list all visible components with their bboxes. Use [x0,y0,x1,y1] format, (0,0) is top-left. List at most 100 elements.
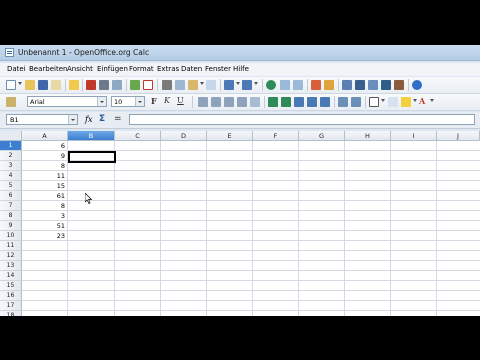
export-pdf-icon[interactable] [86,80,96,90]
borders-icon[interactable] [369,97,379,107]
select-all-corner[interactable] [0,131,22,141]
sum-icon[interactable]: Σ [99,114,105,124]
borders-dropdown-icon[interactable] [381,99,385,102]
column-header-d[interactable]: D [161,131,207,141]
menu-daten[interactable]: Daten [181,65,202,73]
standard-format-icon[interactable] [294,97,304,107]
cell-a5[interactable]: 15 [22,181,67,191]
edit-file-icon[interactable] [69,80,79,90]
menu-datei[interactable]: Datei [7,65,26,73]
gallery-icon[interactable] [368,80,378,90]
cell-a8[interactable]: 3 [22,211,67,221]
line-style-icon[interactable] [388,97,398,107]
menu-bearbeiten[interactable]: Bearbeiten [29,65,67,73]
name-box[interactable]: B1 [6,114,78,125]
row-header-2[interactable]: 2 [0,151,22,161]
align-right-icon[interactable] [224,97,234,107]
chevron-down-icon[interactable] [68,115,77,124]
row-header-3[interactable]: 3 [0,161,22,171]
decrease-indent-icon[interactable] [338,97,348,107]
spreadsheet-grid[interactable]: ABCDEFGHIJ 1 2 3 4 5 6 7 8 9 10 11 12 13 14 15 16 17 18 6… [0,131,480,316]
column-header-b[interactable]: B [68,131,115,141]
copy-icon[interactable] [175,80,185,90]
column-header-j[interactable]: J [437,131,480,141]
currency-format-icon[interactable] [268,97,278,107]
merge-cells-icon[interactable] [250,97,260,107]
sort-ascending-icon[interactable] [280,80,290,90]
menu-format[interactable]: Format [129,65,154,73]
new-dropdown-icon[interactable] [18,82,22,85]
font-size-combo[interactable]: 10 [111,96,145,107]
find-replace-icon[interactable] [342,80,352,90]
navigator-icon[interactable] [355,80,365,90]
row-header-7[interactable]: 7 [0,201,22,211]
redo-dropdown-icon[interactable] [254,82,258,85]
cell-a2[interactable]: 9 [22,151,67,161]
column-header-i[interactable]: I [391,131,437,141]
row-header-10[interactable]: 10 [0,231,22,241]
sort-descending-icon[interactable] [293,80,303,90]
function-wizard-icon[interactable]: fx [85,115,92,124]
add-decimal-icon[interactable] [307,97,317,107]
remove-decimal-icon[interactable] [320,97,330,107]
cut-icon[interactable] [162,80,172,90]
menu-hilfe[interactable]: Hilfe [233,65,249,73]
page-preview-icon[interactable] [112,80,122,90]
row-header-15[interactable]: 15 [0,281,22,291]
menu-fenster[interactable]: Fenster [205,65,231,73]
paste-dropdown-icon[interactable] [200,82,204,85]
cell-a7[interactable]: 8 [22,201,67,211]
cell-a3[interactable]: 8 [22,161,67,171]
cell-a10[interactable]: 23 [22,231,67,241]
align-center-icon[interactable] [211,97,221,107]
cell-a9[interactable]: 51 [22,221,67,231]
chevron-down-icon[interactable] [135,97,144,106]
background-color-icon[interactable] [401,97,411,107]
autospellcheck-icon[interactable] [143,80,153,90]
cell-a1[interactable]: 6 [22,141,67,151]
font-color-icon[interactable]: A [419,96,425,106]
font-name-combo[interactable]: Arial [27,96,107,107]
row-header-18[interactable]: 18 [0,311,22,316]
column-header-g[interactable]: G [299,131,345,141]
align-left-icon[interactable] [198,97,208,107]
open-folder-icon[interactable] [25,80,35,90]
row-header-13[interactable]: 13 [0,261,22,271]
email-icon[interactable] [51,80,61,90]
spellcheck-icon[interactable] [130,80,140,90]
print-icon[interactable] [99,80,109,90]
font-color-dropdown-icon[interactable] [430,99,434,102]
percent-format-icon[interactable] [281,97,291,107]
function-icon[interactable]: = [114,114,122,124]
clone-formatting-icon[interactable] [206,80,216,90]
row-header-8[interactable]: 8 [0,211,22,221]
help-icon[interactable] [412,80,422,90]
cell-a4[interactable]: 11 [22,171,67,181]
redo-icon[interactable] [242,80,252,90]
column-header-a[interactable]: A [22,131,68,141]
column-header-c[interactable]: C [115,131,161,141]
paste-icon[interactable] [188,80,198,90]
hyperlink-icon[interactable] [266,80,276,90]
menu-einfuegen[interactable]: Einfügen [97,65,128,73]
row-header-5[interactable]: 5 [0,181,22,191]
row-header-12[interactable]: 12 [0,251,22,261]
increase-indent-icon[interactable] [351,97,361,107]
row-header-9[interactable]: 9 [0,221,22,231]
row-header-11[interactable]: 11 [0,241,22,251]
row-header-6[interactable]: 6 [0,191,22,201]
zoom-icon[interactable] [394,80,404,90]
underline-icon[interactable]: U [177,96,184,105]
cell-a6[interactable]: 61 [22,191,67,201]
menu-ansicht[interactable]: Ansicht [67,65,93,73]
menu-extras[interactable]: Extras [157,65,179,73]
formula-input[interactable] [129,114,475,125]
row-header-17[interactable]: 17 [0,301,22,311]
bold-icon[interactable]: F [151,96,157,106]
new-document-icon[interactable] [6,80,16,90]
italic-icon[interactable]: K [164,96,170,105]
row-header-4[interactable]: 4 [0,171,22,181]
row-header-14[interactable]: 14 [0,271,22,281]
undo-icon[interactable] [224,80,234,90]
draw-functions-icon[interactable] [324,80,334,90]
